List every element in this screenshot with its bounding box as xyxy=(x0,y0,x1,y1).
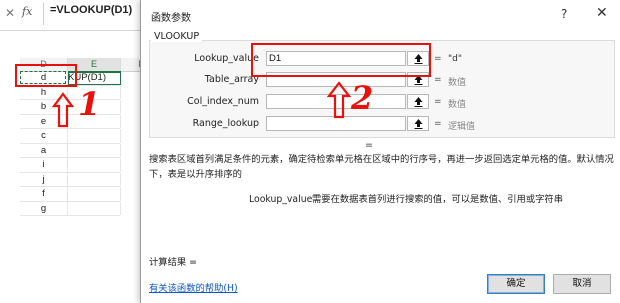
formula-input[interactable]: =VLOOKUP(D1) xyxy=(50,4,132,16)
cancel-button[interactable]: 取消 xyxy=(553,274,611,294)
dialog-titlebar[interactable]: 函数参数 ? ✕ xyxy=(141,0,620,30)
sheet-row: c xyxy=(20,129,121,144)
cell-d9[interactable]: f xyxy=(20,187,68,201)
arg-result-col-index-num: 数值 xyxy=(448,100,467,110)
sheet-row: j xyxy=(20,172,121,187)
cell-e5[interactable] xyxy=(68,129,121,143)
cell-d10[interactable]: g xyxy=(20,201,68,215)
argument-description-text: 需要在数据表首列进行搜索的值，可以是数值、引用或字符串 xyxy=(311,194,563,205)
annotation-box-lookup-value xyxy=(251,43,431,77)
cell-e10[interactable] xyxy=(68,201,121,215)
arg-equals: = xyxy=(434,75,442,85)
collapse-arrow-icon xyxy=(414,119,423,129)
function-description: 搜索表区域首列满足条件的元素，确定待检索单元格在区域中的行序号，再进一步返回选定… xyxy=(149,154,614,180)
cell-d7[interactable]: i xyxy=(20,158,68,172)
arg-result-lookup-value: "d" xyxy=(448,54,462,64)
arg-label-col-index-num: Col_index_num xyxy=(187,96,259,107)
close-icon[interactable]: ✕ xyxy=(596,5,608,21)
cell-d5[interactable]: c xyxy=(20,129,68,143)
dialog-title: 函数参数 xyxy=(151,13,191,24)
annotation-number-1: 1 xyxy=(78,85,101,123)
formula-result-equals: = xyxy=(365,140,373,151)
ok-button[interactable]: 确定 xyxy=(487,274,545,294)
sheet-row: f xyxy=(20,187,121,202)
function-help-link[interactable]: 有关该函数的帮助(H) xyxy=(149,280,238,294)
arg-equals: = xyxy=(434,54,442,64)
cell-e7[interactable] xyxy=(68,158,121,172)
insert-function-button[interactable]: fx xyxy=(22,3,36,21)
cell-e6[interactable] xyxy=(68,143,121,157)
annotation-up-arrow-icon xyxy=(327,81,351,119)
sheet-row: g xyxy=(20,201,121,216)
collapse-dialog-button-col-index-num[interactable] xyxy=(407,94,429,109)
arg-label-lookup-value: Lookup_value xyxy=(194,53,259,64)
arg-equals: = xyxy=(434,97,442,107)
sheet-row: i xyxy=(20,158,121,173)
annotation-box-cell-d1 xyxy=(15,64,77,87)
cell-d6[interactable]: a xyxy=(20,143,68,157)
formula-bar-divider xyxy=(43,3,44,25)
arg-label-table-array: Table_array xyxy=(204,74,259,85)
calculation-result: 计算结果 = xyxy=(149,257,197,268)
argument-description: Lookup_value 需要在数据表首列进行搜索的值，可以是数值、引用或字符串 xyxy=(249,192,613,207)
arg-equals: = xyxy=(434,119,442,129)
function-name-label: VLOOKUP xyxy=(151,31,203,42)
function-arguments-dialog: 函数参数 ? ✕ VLOOKUP Lookup_value D1 = "d" T… xyxy=(140,0,620,303)
collapse-dialog-button-range-lookup[interactable] xyxy=(407,116,429,131)
cell-e8[interactable] xyxy=(68,172,121,186)
argument-description-name: Lookup_value xyxy=(249,194,313,205)
arg-result-table-array: 数值 xyxy=(448,78,467,88)
arg-label-range-lookup: Range_lookup xyxy=(192,118,259,129)
help-icon[interactable]: ? xyxy=(561,7,567,21)
cell-e9[interactable] xyxy=(68,187,121,201)
annotation-number-2: 2 xyxy=(351,79,374,117)
cell-d8[interactable]: j xyxy=(20,172,68,186)
collapse-arrow-icon xyxy=(414,97,423,107)
sheet-row: a xyxy=(20,143,121,158)
arg-result-range-lookup: 逻辑值 xyxy=(448,122,476,132)
cancel-edit-icon[interactable]: ✕ xyxy=(2,5,18,21)
annotation-up-arrow-icon xyxy=(52,92,74,128)
